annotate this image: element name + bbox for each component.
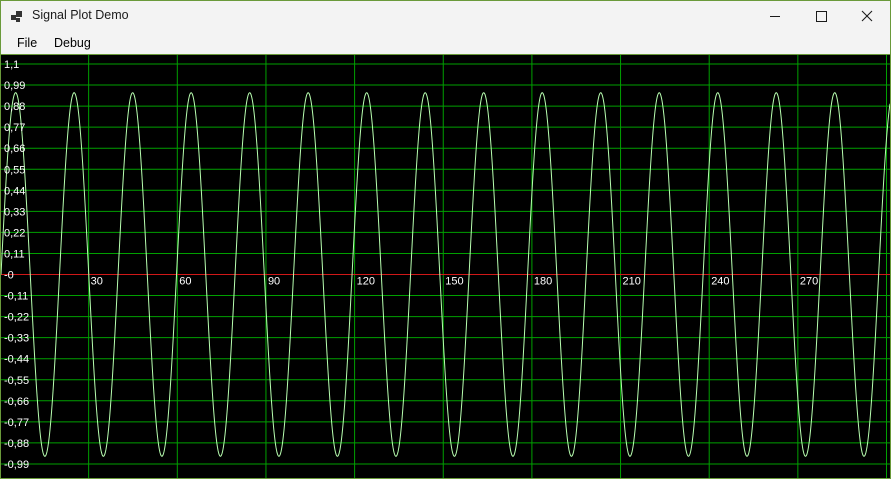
x-tick-label: 90 [268, 276, 280, 288]
y-tick-label: 0,11 [4, 248, 25, 260]
x-tick-label: 120 [357, 276, 375, 288]
x-tick-label: 150 [445, 276, 463, 288]
maximize-icon [816, 11, 827, 22]
window-title: Signal Plot Demo [32, 8, 129, 22]
close-icon [861, 10, 873, 22]
minimize-icon [770, 16, 780, 17]
y-tick-label: 1,1 [4, 59, 19, 71]
y-tick-label: 0,99 [4, 80, 25, 92]
app-icon [11, 10, 23, 22]
y-tick-label: -0,22 [4, 312, 29, 324]
y-tick-label: -0,11 [4, 291, 28, 303]
y-tick-label: -0 [4, 270, 14, 282]
signal-plot[interactable]: 1,1 0,99 0,88 0,77 0,66 0,55 0,44 0,33 0,22 0,11 -… [1, 55, 890, 478]
x-tick-label: 180 [534, 276, 552, 288]
y-tick-label: -0,99 [4, 459, 29, 471]
app-window: Signal Plot Demo File Debug 1,1 0,99 0,88 0… [0, 0, 891, 479]
y-tick-label: 0,22 [4, 227, 25, 239]
menu-file[interactable]: File [14, 35, 40, 51]
plot-canvas: 1,1 0,99 0,88 0,77 0,66 0,55 0,44 0,33 0,22 0,11 -… [1, 55, 890, 478]
minimize-button[interactable] [752, 1, 798, 32]
close-button[interactable] [844, 1, 890, 32]
menu-bar: File Debug [1, 32, 890, 55]
y-tick-label: 0,88 [4, 101, 25, 113]
y-tick-label: 0,44 [4, 185, 25, 197]
y-tick-label: 0,77 [4, 122, 25, 134]
y-tick-label: 0,33 [4, 206, 25, 218]
y-tick-label: 0,55 [4, 164, 25, 176]
x-tick-label: 60 [179, 276, 191, 288]
y-tick-label: -0,33 [4, 333, 29, 345]
maximize-button[interactable] [798, 1, 844, 32]
x-tick-label: 210 [623, 276, 641, 288]
x-tick-label: 30 [91, 276, 103, 288]
menu-debug[interactable]: Debug [51, 35, 94, 51]
title-bar[interactable]: Signal Plot Demo [1, 1, 890, 32]
x-tick-label: 270 [800, 276, 818, 288]
y-tick-label: -0,77 [4, 417, 29, 429]
y-tick-label: -0,66 [4, 396, 29, 408]
y-tick-label: -0,55 [4, 375, 29, 387]
y-tick-label: -0,88 [4, 438, 29, 450]
x-tick-label: 240 [711, 276, 729, 288]
y-tick-label: -0,44 [4, 354, 29, 366]
y-tick-label: 0,66 [4, 143, 25, 155]
